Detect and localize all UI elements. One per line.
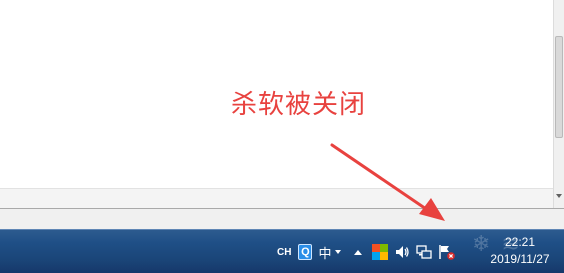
vertical-scrollbar[interactable] (553, 0, 564, 208)
ime-q-icon[interactable]: Q (298, 244, 313, 260)
clock-date: 2019/11/27 (490, 252, 550, 266)
taskbar: ❄ ≋ CH Q 中 22:21 2019/11/27 (0, 229, 564, 273)
screen: 杀软被关闭 ❄ ≋ CH Q 中 22:21 2019/11/27 (0, 0, 564, 273)
status-strip (0, 208, 564, 229)
annotation-text: 杀软被关闭 (231, 90, 367, 120)
taskbar-clock[interactable]: 22:21 2019/11/27 (482, 234, 558, 268)
action-center-flag-icon[interactable] (438, 242, 456, 262)
chevron-down-icon[interactable] (335, 250, 342, 254)
system-tray: CH Q 中 (277, 236, 462, 268)
network-icon[interactable] (416, 242, 433, 262)
clock-time: 22:21 (504, 235, 536, 249)
speaker-icon[interactable] (394, 242, 410, 262)
ime-mode-indicator[interactable]: 中 (318, 243, 331, 262)
scroll-down-arrow-icon[interactable] (556, 194, 562, 198)
windows-flag-icon[interactable] (372, 244, 389, 260)
scrollbar-thumb[interactable] (555, 36, 563, 138)
language-indicator[interactable]: CH (277, 247, 291, 258)
show-hidden-icons-icon[interactable] (354, 249, 363, 255)
window-bottom-band (0, 188, 553, 208)
